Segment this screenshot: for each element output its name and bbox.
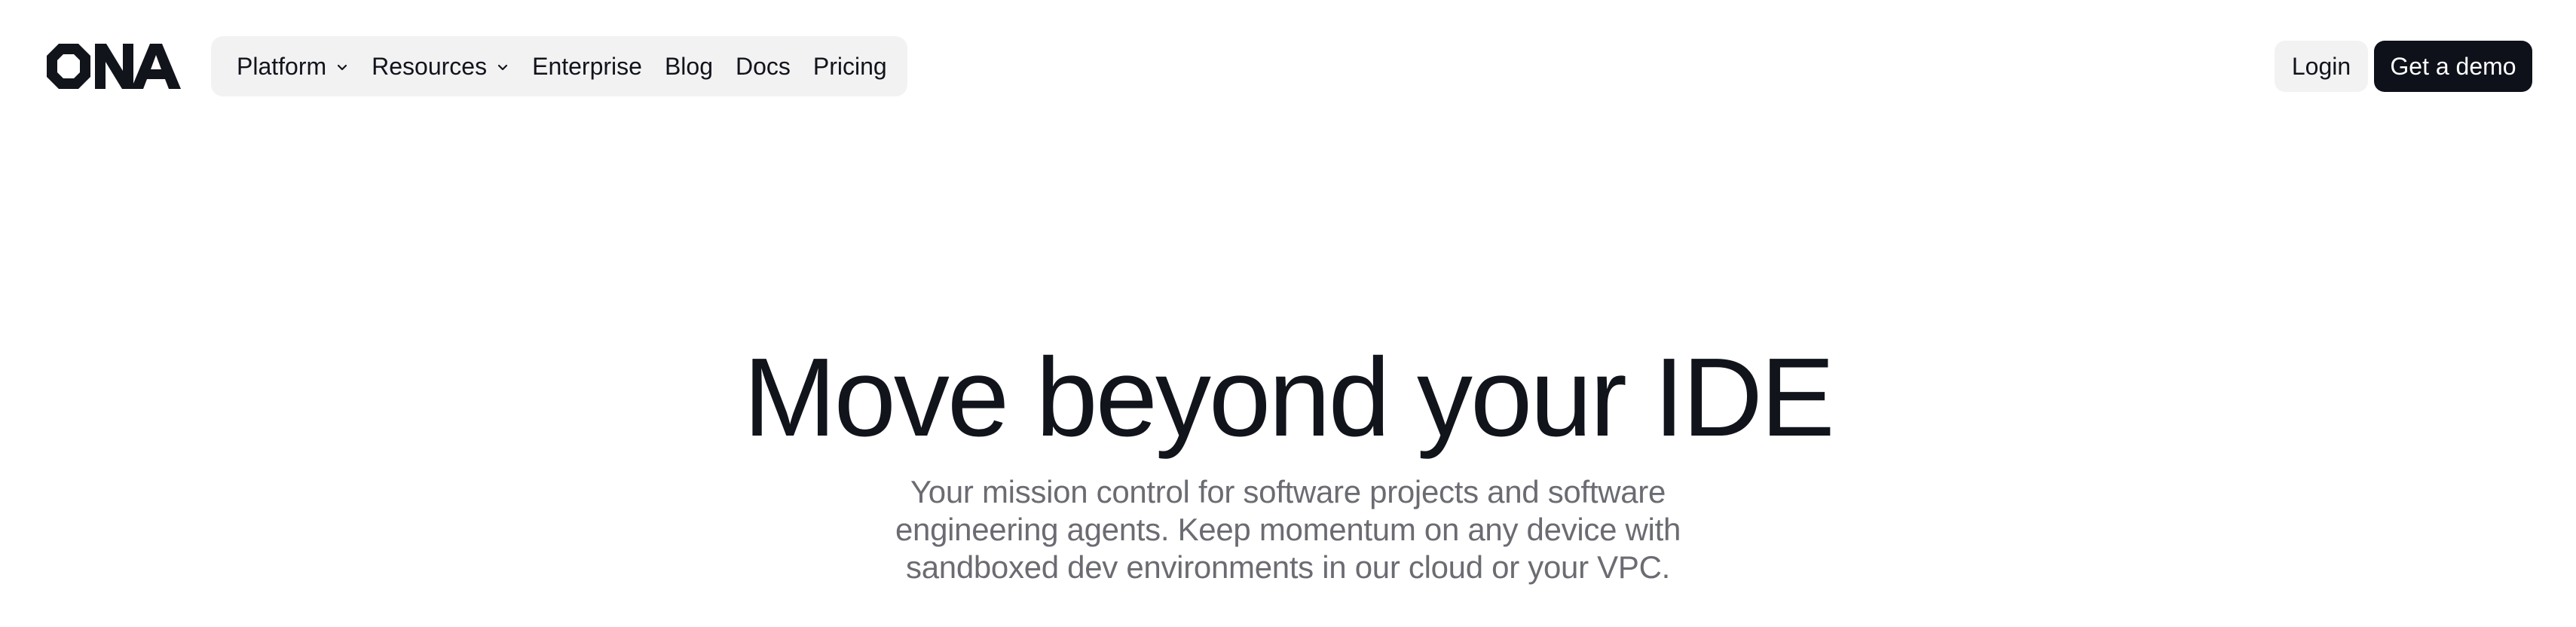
nav-item-enterprise[interactable]: Enterprise xyxy=(532,44,642,89)
ona-logo-mark xyxy=(47,44,181,89)
nav-item-pricing[interactable]: Pricing xyxy=(813,44,887,89)
get-a-demo-button[interactable]: Get a demo xyxy=(2374,41,2532,92)
chevron-down-icon xyxy=(496,60,509,74)
nav-item-blog[interactable]: Blog xyxy=(665,44,713,89)
nav-item-label: Blog xyxy=(664,52,713,80)
hero-title: Move beyond your IDE xyxy=(743,335,1834,460)
page: Platform Resources Enterprise Blog Docs … xyxy=(0,0,2576,627)
nav-item-label: Pricing xyxy=(812,52,887,80)
nav-item-label: Resources xyxy=(372,52,488,80)
nav-item-docs[interactable]: Docs xyxy=(736,44,791,89)
nav-item-label: Docs xyxy=(735,52,791,80)
nav-item-label: Enterprise xyxy=(532,52,642,80)
nav-item-resources[interactable]: Resources xyxy=(372,44,509,89)
chevron-down-icon xyxy=(335,60,349,74)
login-button[interactable]: Login xyxy=(2275,41,2368,92)
main-nav: Platform Resources Enterprise Blog Docs … xyxy=(211,36,907,96)
hero-subtitle: Your mission control for software projec… xyxy=(895,474,1681,585)
nav-item-label: Platform xyxy=(237,52,327,80)
nav-item-platform[interactable]: Platform xyxy=(237,44,349,89)
ona-logo[interactable] xyxy=(45,42,182,90)
